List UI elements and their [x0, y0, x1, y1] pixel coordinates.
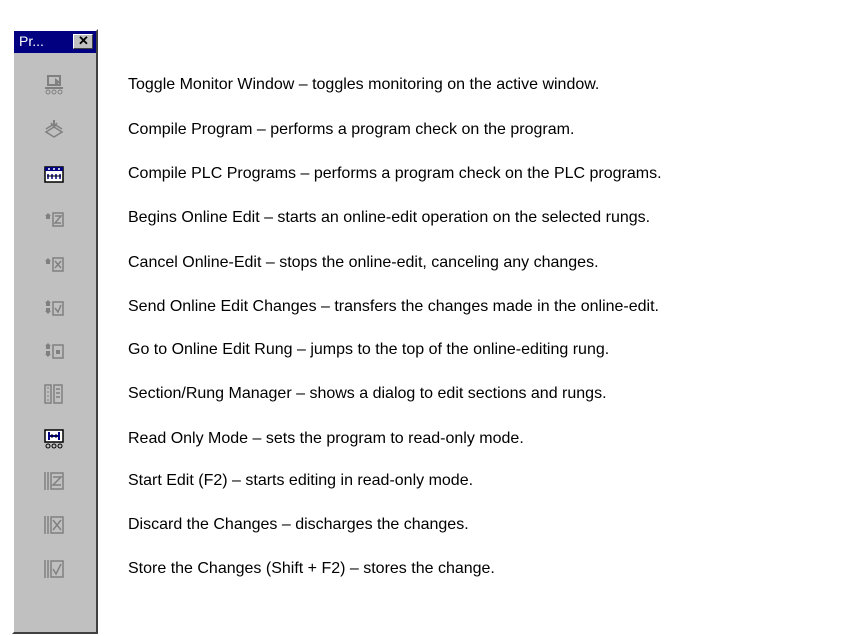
goto-online-edit-rung-button[interactable] — [34, 334, 74, 366]
close-icon: ✕ — [78, 33, 89, 48]
discard-changes-button[interactable] — [34, 509, 74, 541]
store-changes-button[interactable] — [34, 553, 74, 585]
desc-discard-changes: Discard the Changes – discharges the cha… — [128, 516, 469, 533]
store-changes-icon — [44, 560, 64, 578]
send-online-edit-button[interactable] — [34, 291, 74, 323]
desc-start-edit: Start Edit (F2) – starts editing in read… — [128, 472, 474, 489]
desc-cancel-online-edit: Cancel Online-Edit – stops the online-ed… — [128, 254, 599, 271]
close-button[interactable]: ✕ — [73, 33, 93, 49]
toggle-monitor-icon — [45, 75, 63, 95]
desc-store-changes: Store the Changes (Shift + F2) – stores … — [128, 560, 495, 577]
desc-toggle-monitor: Toggle Monitor Window – toggles monitori… — [128, 76, 600, 93]
compile-program-icon — [44, 120, 64, 138]
discard-changes-icon — [44, 516, 64, 534]
send-online-edit-icon — [45, 300, 64, 316]
desc-begin-online-edit: Begins Online Edit – starts an online-ed… — [128, 209, 651, 226]
toggle-monitor-button[interactable] — [34, 69, 74, 101]
section-rung-manager-button[interactable] — [34, 378, 74, 410]
read-only-mode-button[interactable] — [34, 423, 74, 455]
start-edit-icon — [44, 472, 64, 490]
desc-send-online-edit: Send Online Edit Changes – transfers the… — [128, 298, 659, 315]
desc-compile-program: Compile Program – performs a program che… — [128, 121, 575, 138]
cancel-online-edit-icon — [45, 257, 64, 272]
compile-program-button[interactable] — [34, 114, 74, 146]
program-toolbar-palette: Pr... ✕ — [12, 29, 98, 634]
goto-online-edit-rung-icon — [45, 343, 64, 359]
begin-online-edit-button[interactable] — [34, 202, 74, 234]
section-rung-manager-icon — [44, 384, 63, 404]
compile-plc-programs-icon — [44, 166, 64, 183]
desc-section-rung-manager: Section/Rung Manager – shows a dialog to… — [128, 385, 607, 402]
desc-read-only-mode: Read Only Mode – sets the program to rea… — [128, 430, 524, 447]
cancel-online-edit-button[interactable] — [34, 247, 74, 279]
desc-goto-online-edit-rung: Go to Online Edit Rung – jumps to the to… — [128, 341, 610, 358]
palette-titlebar[interactable]: Pr... ✕ — [14, 31, 96, 53]
begin-online-edit-icon — [45, 212, 64, 227]
palette-title: Pr... — [19, 33, 44, 49]
compile-plc-programs-button[interactable] — [34, 158, 74, 190]
desc-compile-plc-programs: Compile PLC Programs – performs a progra… — [128, 165, 662, 182]
read-only-mode-icon — [44, 429, 64, 449]
start-edit-button[interactable] — [34, 465, 74, 497]
